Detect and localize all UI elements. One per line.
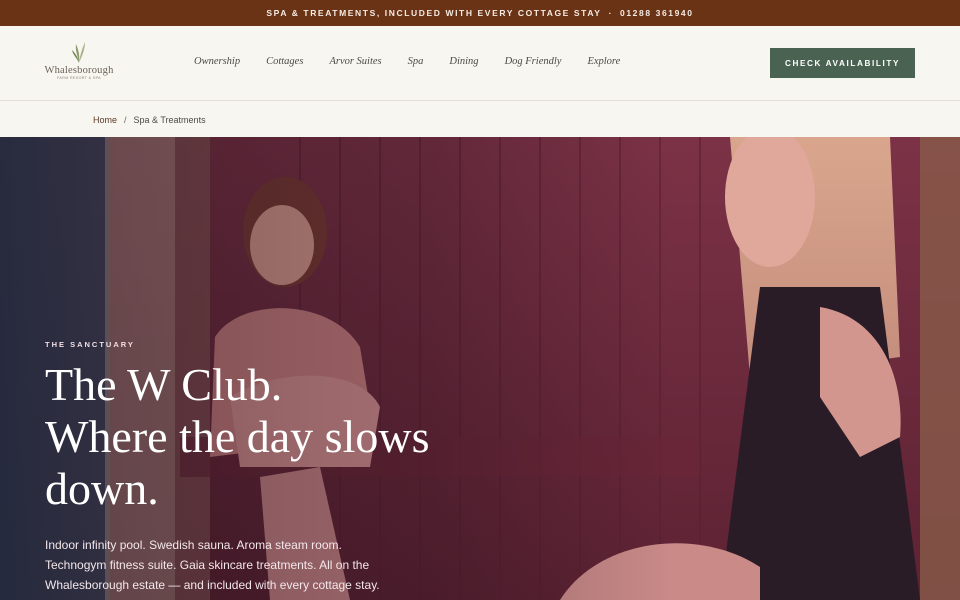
leaf-icon <box>72 42 85 63</box>
site-logo[interactable]: Whalesborough Farm Resort & Spa <box>44 40 114 90</box>
breadcrumb-separator: / <box>124 114 127 125</box>
headline-line-1: The W Club. <box>45 359 283 410</box>
announcement-separator: · <box>608 8 614 18</box>
nav-explore[interactable]: Explore <box>587 56 620 67</box>
nav-dining[interactable]: Dining <box>449 56 478 67</box>
logo-wordmark: Whalesborough <box>44 65 114 76</box>
hero-section: THE SANCTUARY The W Club. Where the day … <box>0 137 960 600</box>
nav-spa[interactable]: Spa <box>408 56 424 67</box>
nav-ownership[interactable]: Ownership <box>194 56 240 67</box>
headline-line-3: down. <box>45 463 159 514</box>
main-nav: Ownership Cottages Arvor Suites Spa Dini… <box>194 56 646 67</box>
hero-intro: Indoor infinity pool. Swedish sauna. Aro… <box>45 538 380 592</box>
breadcrumb-current: Spa & Treatments <box>133 114 206 125</box>
headline-line-2: Where the day slows <box>45 411 430 462</box>
announcement-text: SPA & TREATMENTS, INCLUDED WITH EVERY CO… <box>266 8 602 18</box>
announcement-phone[interactable]: 01288 361940 <box>620 8 694 18</box>
nav-cottages[interactable]: Cottages <box>266 56 303 67</box>
logo-tagline: Farm Resort & Spa <box>57 76 101 80</box>
announcement-bar: SPA & TREATMENTS, INCLUDED WITH EVERY CO… <box>0 0 960 26</box>
hero-headline: The W Club. Where the day slows down. <box>45 359 475 515</box>
nav-arvor-suites[interactable]: Arvor Suites <box>329 56 381 67</box>
nav-dog-friendly[interactable]: Dog Friendly <box>505 56 562 67</box>
hero-eyebrow: THE SANCTUARY <box>45 340 135 349</box>
breadcrumb: Home / Spa & Treatments <box>0 102 960 137</box>
site-header: Whalesborough Farm Resort & Spa Ownershi… <box>0 26 960 101</box>
breadcrumb-home[interactable]: Home <box>93 115 117 125</box>
check-availability-button[interactable]: CHECK AVAILABILITY <box>770 48 915 78</box>
